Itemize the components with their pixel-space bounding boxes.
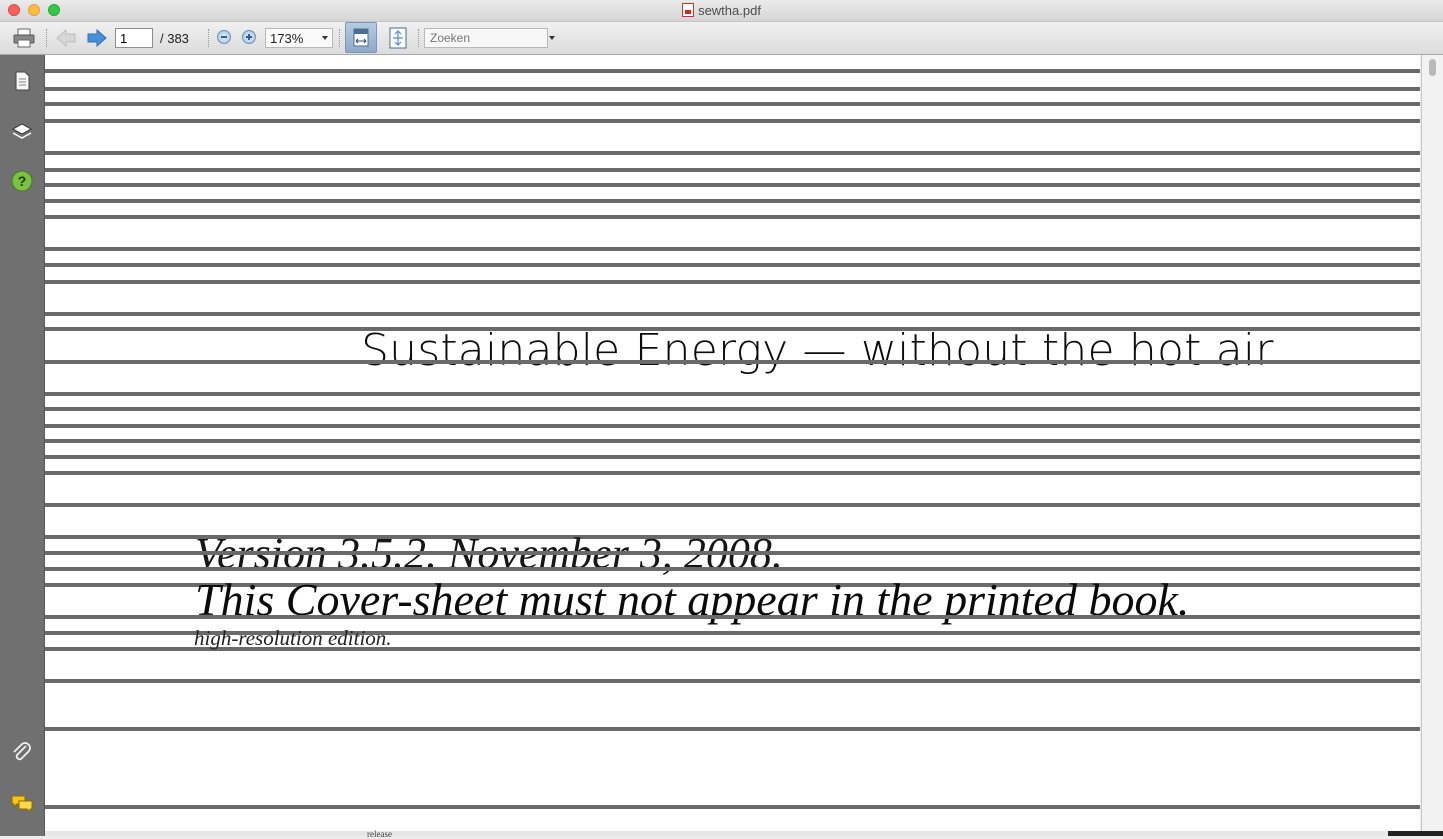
rule-line xyxy=(45,360,1420,364)
document-title: Sustainable Energy — without the hot air xyxy=(361,325,1274,376)
rule-line xyxy=(45,679,1420,683)
rule-line xyxy=(45,215,1420,219)
previous-page-icon[interactable] xyxy=(55,28,77,48)
page-number-input[interactable] xyxy=(115,28,153,48)
toolbar: / 383 173% xyxy=(0,22,1443,55)
zoom-out-icon[interactable] xyxy=(217,30,231,44)
window-title-bar: sewtha.pdf xyxy=(0,0,1443,22)
rule-line xyxy=(45,615,1420,619)
search-options-chevron-icon[interactable] xyxy=(549,36,555,40)
rule-line xyxy=(45,439,1420,443)
rule-line xyxy=(45,567,1420,571)
next-page-peek-text: release xyxy=(367,829,392,839)
pages-icon[interactable] xyxy=(10,69,34,93)
scrollbar-thumb[interactable] xyxy=(1429,59,1436,76)
pdf-file-icon xyxy=(682,3,695,17)
zoom-level-select[interactable]: 173% xyxy=(265,28,333,48)
rule-line xyxy=(45,119,1420,123)
chevron-down-icon xyxy=(322,36,328,40)
rule-line xyxy=(45,312,1420,316)
rule-line xyxy=(45,471,1420,475)
rule-line xyxy=(45,263,1420,267)
search-input[interactable] xyxy=(424,28,548,48)
rule-line xyxy=(45,392,1420,396)
svg-text:?: ? xyxy=(18,173,27,189)
zoom-level-value: 173% xyxy=(270,31,304,46)
toolbar-separator xyxy=(46,29,48,47)
rule-line xyxy=(45,199,1420,203)
rule-line xyxy=(45,805,1420,809)
window-title: sewtha.pdf xyxy=(0,3,1443,18)
window-title-text: sewtha.pdf xyxy=(698,3,761,18)
rule-line xyxy=(45,407,1420,411)
rule-line xyxy=(45,168,1420,172)
attachment-icon[interactable] xyxy=(10,741,34,765)
toolbar-separator xyxy=(339,29,341,47)
pdf-page: Sustainable Energy — without the hot air… xyxy=(45,55,1420,831)
edition-line: high-resolution edition. xyxy=(194,626,392,650)
window-corner xyxy=(1388,831,1443,836)
page-total-label: / 383 xyxy=(160,31,189,46)
rule-line xyxy=(45,87,1420,91)
vertical-scrollbar[interactable] xyxy=(1421,55,1443,831)
fit-width-icon xyxy=(353,28,369,47)
toolbar-separator xyxy=(418,29,420,47)
rule-line xyxy=(45,102,1420,106)
rule-line xyxy=(45,151,1420,155)
next-page-icon[interactable] xyxy=(86,28,108,48)
rule-line xyxy=(45,551,1420,555)
toolbar-separator xyxy=(208,29,210,47)
rule-line xyxy=(45,424,1420,428)
fit-width-button[interactable] xyxy=(345,22,377,53)
rule-line xyxy=(45,503,1420,507)
rule-line xyxy=(45,727,1420,731)
rule-line xyxy=(45,247,1420,251)
rule-line xyxy=(45,455,1420,459)
print-icon[interactable] xyxy=(12,28,36,48)
zoom-in-icon[interactable] xyxy=(242,30,256,44)
fit-page-icon[interactable] xyxy=(387,26,409,50)
layers-icon[interactable] xyxy=(10,120,34,144)
rule-line xyxy=(45,69,1420,73)
comments-icon[interactable] xyxy=(10,791,34,815)
rule-line xyxy=(45,183,1420,187)
sidebar: ? xyxy=(0,55,45,836)
help-icon[interactable]: ? xyxy=(10,169,34,193)
rule-line xyxy=(45,280,1420,284)
page-gap xyxy=(45,831,1421,836)
